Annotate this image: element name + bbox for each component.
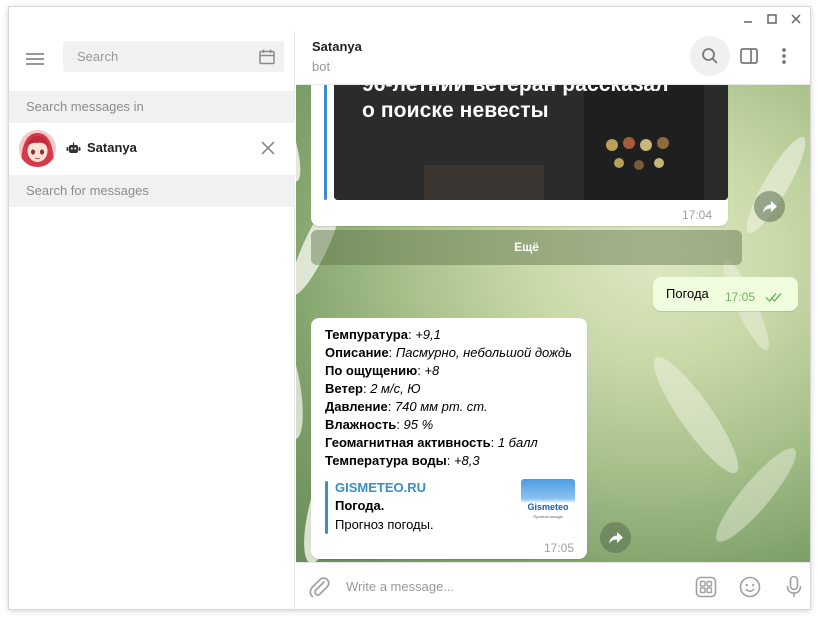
weather-line: Давление: 740 мм рт. ст. (325, 399, 488, 414)
microphone-icon[interactable] (782, 575, 806, 599)
attach-icon[interactable] (308, 575, 330, 599)
search-icon[interactable] (690, 36, 730, 76)
weather-line: По ощущению: +8 (325, 363, 440, 378)
peer-name[interactable]: Satanya (312, 39, 362, 54)
link-preview-description: Прогноз погоды. (335, 517, 434, 532)
title-bar (9, 7, 810, 31)
chat-panel: Satanya bot о поиске невесты 17:04 Ещё П… (296, 31, 810, 609)
message-time: 17:05 (544, 541, 575, 555)
search-messages-header[interactable]: Search for messages (9, 175, 295, 207)
hamburger-menu-icon[interactable] (23, 47, 47, 71)
peer-status: bot (312, 59, 331, 74)
weather-line: Ветер: 2 м/с, Ю (325, 381, 421, 396)
more-options-icon[interactable] (774, 45, 794, 67)
article-headline-2: о поиске невесты (362, 99, 549, 122)
forward-icon[interactable] (754, 191, 785, 222)
weather-line: Темпуратура: +9,1 (325, 327, 441, 342)
message-bubble-article[interactable]: 96-летний ветеран рассказал о поиске нев… (311, 85, 728, 226)
thumb-caption: Прогноз погоды (533, 514, 563, 519)
inline-more-button[interactable]: Ещё (311, 230, 742, 265)
chat-list-item[interactable]: Satanya (9, 123, 295, 174)
bot-commands-icon[interactable] (694, 575, 718, 599)
search-input[interactable] (63, 41, 253, 72)
app-window: Search messages in Satanya (9, 7, 810, 609)
message-bubble-outgoing[interactable]: Погода 17:05 (653, 277, 798, 311)
link-preview-bar (324, 85, 327, 200)
chat-header: Satanya bot (296, 31, 810, 85)
gismeteo-logo: Gismeteo (527, 502, 569, 512)
link-preview-thumbnail[interactable]: Gismeteo Прогноз погоды (521, 479, 575, 523)
read-checkmarks-icon (765, 293, 782, 303)
weather-line: Влажность: 95 % (325, 417, 434, 432)
search-in-header: Search messages in (9, 91, 295, 123)
link-preview-title: Погода. (335, 498, 385, 513)
article-headline-1: 96-летний ветеран рассказал (362, 85, 669, 97)
message-input[interactable] (346, 573, 666, 599)
link-preview-image[interactable]: 96-летний ветеран рассказал о поиске нев… (334, 85, 728, 200)
forward-icon[interactable] (600, 522, 631, 553)
weather-line: Температура воды: +8,3 (325, 453, 480, 468)
message-text: Погода (666, 286, 709, 301)
sidebar: Search messages in Satanya (9, 31, 295, 609)
avatar (19, 130, 56, 167)
bot-icon (66, 142, 81, 155)
message-time: 17:05 (725, 290, 756, 304)
message-composer (296, 562, 810, 609)
weather-line: Описание: Пасмурно, небольшой дождь (325, 345, 572, 360)
link-preview-site[interactable]: GISMETEO.RU (335, 480, 426, 495)
maximize-icon[interactable] (763, 10, 781, 28)
close-icon[interactable] (787, 10, 805, 28)
emoji-icon[interactable] (738, 575, 762, 599)
message-bubble-weather[interactable]: Темпуратура: +9,1 Описание: Пасмурно, не… (311, 318, 587, 559)
link-preview-bar (325, 481, 328, 534)
minimize-icon[interactable] (739, 10, 757, 28)
weather-line: Геомагнитная активность: 1 балл (325, 435, 538, 450)
search-box (63, 41, 284, 72)
close-icon[interactable] (259, 139, 277, 157)
calendar-icon[interactable] (258, 48, 276, 66)
side-panel-icon[interactable] (739, 46, 759, 66)
chat-name: Satanya (87, 140, 137, 155)
message-list[interactable]: 96-летний ветеран рассказал о поиске нев… (296, 85, 810, 562)
message-time: 17:04 (682, 208, 713, 222)
